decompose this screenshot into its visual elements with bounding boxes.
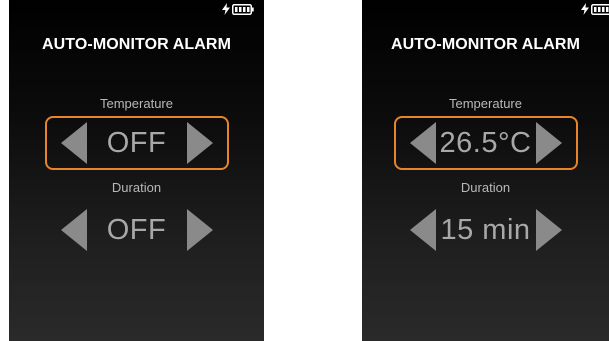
alarm-screen-off: AUTO-MONITOR ALARM Temperature OFF Durat…: [9, 0, 264, 341]
duration-label: Duration: [111, 180, 162, 195]
temperature-label: Temperature: [100, 96, 173, 111]
temperature-selector[interactable]: 26.5°C: [393, 116, 578, 170]
duration-selector[interactable]: OFF: [45, 203, 229, 257]
charging-bolt-icon: [222, 3, 230, 15]
duration-label: Duration: [460, 180, 511, 195]
increase-arrow-icon[interactable]: [535, 209, 562, 251]
screen-title: AUTO-MONITOR ALARM: [390, 36, 581, 53]
screen-title: AUTO-MONITOR ALARM: [41, 36, 232, 53]
increase-arrow-icon[interactable]: [186, 122, 213, 164]
status-bar: [581, 3, 609, 15]
increase-arrow-icon[interactable]: [535, 122, 562, 164]
status-bar: [222, 3, 254, 15]
increase-arrow-icon[interactable]: [186, 209, 213, 251]
duration-selector[interactable]: 15 min: [394, 203, 578, 257]
temperature-selector[interactable]: OFF: [44, 116, 229, 170]
charging-bolt-icon: [581, 3, 589, 15]
battery-icon: [232, 3, 254, 15]
temperature-label: Temperature: [449, 96, 522, 111]
alarm-screen-set: AUTO-MONITOR ALARM Temperature 26.5°C Du…: [362, 0, 609, 341]
battery-icon: [591, 3, 609, 15]
